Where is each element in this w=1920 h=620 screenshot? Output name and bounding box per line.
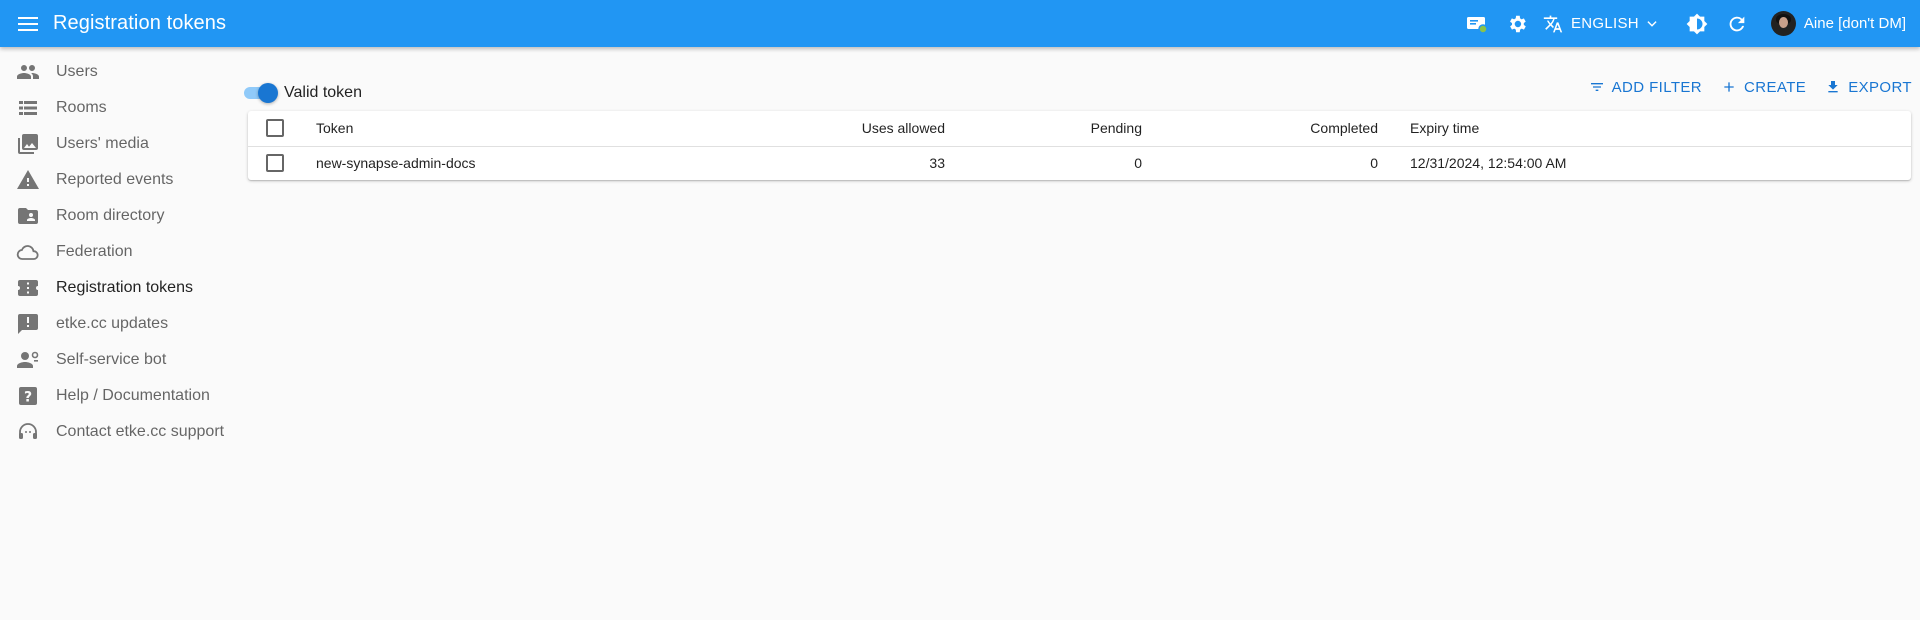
create-label: CREATE xyxy=(1744,78,1807,96)
photo-library-icon xyxy=(16,132,40,156)
settings-icon[interactable] xyxy=(1505,12,1529,36)
valid-token-switch[interactable]: Valid token xyxy=(244,83,362,103)
select-all-checkbox[interactable] xyxy=(266,119,284,138)
cell-completed: 0 xyxy=(1370,155,1378,172)
cloud-icon xyxy=(16,240,40,264)
sidebar: Users Rooms Users' media Reported events… xyxy=(0,54,240,450)
page-title: Registration tokens xyxy=(53,12,227,34)
cell-expiry-time: 12/31/2024, 12:54:00 AM xyxy=(1410,155,1567,172)
sidebar-item-label: Users xyxy=(56,63,98,80)
switch-thumb xyxy=(258,83,278,103)
toolbar-actions: ADD FILTER CREATE EXPORT xyxy=(1570,76,1912,98)
sidebar-item-label: Self-service bot xyxy=(56,351,167,368)
language-label: ENGLISH xyxy=(1570,15,1639,32)
sidebar-item-etke-updates[interactable]: etke.cc updates xyxy=(0,306,240,342)
app-bar: Registration tokens ENGLISH Aine [don't … xyxy=(0,0,1920,47)
list-icon xyxy=(16,96,40,120)
column-header-pending[interactable]: Pending xyxy=(945,111,1142,147)
column-header-completed[interactable]: Completed xyxy=(1142,111,1378,147)
sidebar-item-room-directory[interactable]: Room directory xyxy=(0,198,240,234)
warning-icon xyxy=(16,168,40,192)
sidebar-item-label: etke.cc updates xyxy=(56,315,169,332)
filter-icon xyxy=(1588,78,1606,96)
row-checkbox[interactable] xyxy=(266,154,284,173)
column-header-uses-allowed[interactable]: Uses allowed xyxy=(581,111,945,147)
sidebar-item-users-media[interactable]: Users' media xyxy=(0,126,240,162)
export-button[interactable]: EXPORT xyxy=(1824,78,1912,96)
sidebar-item-label: Contact etke.cc support xyxy=(56,423,225,440)
row-select-cell xyxy=(248,146,316,180)
folder-shared-icon xyxy=(16,204,40,228)
table-header-row: Token Uses allowed Pending Completed Exp… xyxy=(248,111,1911,147)
chevron-down-icon xyxy=(1645,17,1659,31)
sidebar-item-help[interactable]: ? Help / Documentation xyxy=(0,378,240,414)
create-button[interactable]: CREATE xyxy=(1720,78,1806,96)
switch-label: Valid token xyxy=(284,84,362,101)
sidebar-item-contact-support[interactable]: Contact etke.cc support xyxy=(0,414,240,450)
support-agent-icon xyxy=(16,348,40,372)
translate-icon xyxy=(1543,14,1563,34)
sidebar-item-label: Help / Documentation xyxy=(56,387,210,404)
tokens-table: Token Uses allowed Pending Completed Exp… xyxy=(248,111,1911,180)
server-status-icon[interactable] xyxy=(1465,12,1489,36)
theme-icon[interactable] xyxy=(1685,12,1709,36)
sidebar-item-rooms[interactable]: Rooms xyxy=(0,90,240,126)
sidebar-item-reported-events[interactable]: Reported events xyxy=(0,162,240,198)
sidebar-item-label: Federation xyxy=(56,243,133,260)
sidebar-item-federation[interactable]: Federation xyxy=(0,234,240,270)
headset-icon xyxy=(16,420,40,444)
refresh-icon[interactable] xyxy=(1725,12,1749,36)
sidebar-item-label: Registration tokens xyxy=(56,279,193,296)
select-all-cell xyxy=(248,111,316,147)
sidebar-item-label: Reported events xyxy=(56,171,174,188)
user-name: Aine [don't DM] xyxy=(1803,15,1906,32)
people-icon xyxy=(16,60,40,84)
sidebar-item-users[interactable]: Users xyxy=(0,54,240,90)
table-row[interactable]: new-synapse-admin-docs 33 0 0 12/31/2024… xyxy=(248,146,1911,180)
menu-icon[interactable] xyxy=(16,12,40,36)
language-selector[interactable]: ENGLISH xyxy=(1543,14,1659,34)
announcement-icon xyxy=(16,312,40,336)
help-icon: ? xyxy=(16,384,40,408)
list-toolbar: Valid token ADD FILTER CREATE EXPORT xyxy=(244,76,1912,112)
avatar xyxy=(1770,11,1796,36)
export-label: EXPORT xyxy=(1848,78,1912,96)
switch-track xyxy=(244,83,278,103)
sidebar-item-label: Rooms xyxy=(56,99,107,116)
svg-text:?: ? xyxy=(24,390,32,406)
add-filter-label: ADD FILTER xyxy=(1611,78,1703,96)
cell-uses-allowed: 33 xyxy=(929,155,945,172)
column-header-token[interactable]: Token xyxy=(316,111,581,147)
sidebar-item-registration-tokens[interactable]: Registration tokens xyxy=(0,270,240,306)
download-icon xyxy=(1824,78,1842,96)
sidebar-item-label: Users' media xyxy=(56,135,149,152)
sidebar-item-self-service-bot[interactable]: Self-service bot xyxy=(0,342,240,378)
add-filter-button[interactable]: ADD FILTER xyxy=(1588,78,1702,96)
add-icon xyxy=(1720,78,1738,96)
sidebar-item-label: Room directory xyxy=(56,207,165,224)
cell-pending: 0 xyxy=(1134,155,1142,172)
ticket-icon xyxy=(16,276,40,300)
cell-token: new-synapse-admin-docs xyxy=(316,155,476,172)
column-header-expiry-time[interactable]: Expiry time xyxy=(1378,111,1911,147)
user-menu[interactable]: Aine [don't DM] xyxy=(1770,11,1906,36)
